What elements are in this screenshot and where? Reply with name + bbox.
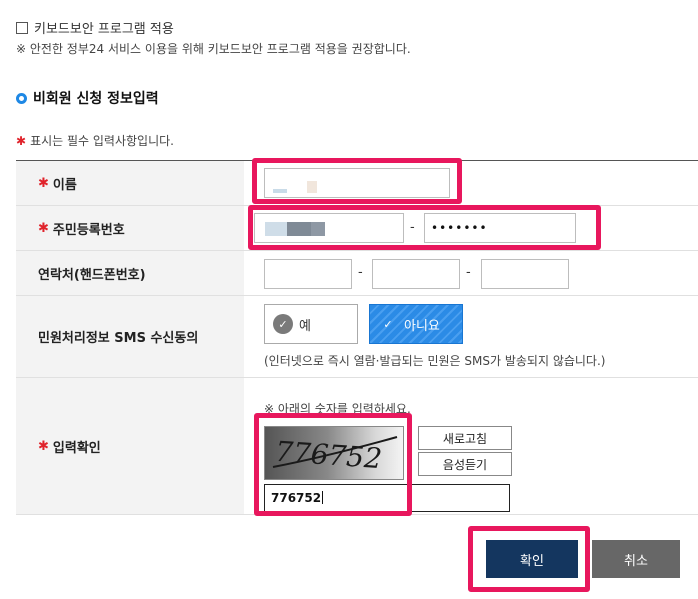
name-input[interactable] — [264, 168, 450, 198]
rrn-front-input[interactable] — [254, 213, 404, 243]
captcha-input-value: 776752 — [271, 491, 322, 505]
redacted-text — [265, 222, 287, 236]
redacted-text — [311, 222, 325, 236]
confirm-button[interactable]: 확인 — [486, 540, 578, 578]
bullet-ring-icon — [16, 92, 27, 104]
redacted-text — [307, 181, 317, 193]
keyboard-security-row[interactable]: 키보드보안 프로그램 적용 — [16, 18, 174, 37]
captcha-label: 입력확인 — [52, 440, 101, 456]
name-cell — [244, 161, 698, 205]
required-star-icon: ✱ — [38, 220, 49, 236]
phone-input-3[interactable] — [481, 259, 569, 289]
check-circle-icon: ✓ — [273, 314, 293, 334]
section-title: 비회원 신청 정보입력 — [16, 88, 159, 108]
sms-note: (인터넷으로 즉시 열람·발급되는 민원은 SMS가 발송되지 않습니다.) — [264, 354, 606, 368]
phone-row: 연락처(핸드폰번호) - - — [16, 251, 698, 296]
section-title-text: 비회원 신청 정보입력 — [33, 91, 159, 107]
phone-dash: - — [466, 265, 471, 280]
sms-label-cell: 민원처리정보 SMS 수신동의 — [16, 296, 244, 377]
keyboard-security-checkbox[interactable] — [16, 21, 28, 34]
captcha-audio-button[interactable]: 음성듣기 — [418, 452, 512, 476]
text-caret — [322, 491, 324, 504]
captcha-note: ※ 아래의 숫자를 입력하세요. — [264, 402, 411, 416]
keyboard-security-note: ※ 안전한 정부24 서비스 이용을 위해 키보드보안 프로그램 적용을 권장합… — [16, 42, 411, 56]
rrn-label: 주민등록번호 — [52, 222, 125, 238]
required-star-icon: ✱ — [38, 175, 49, 191]
captcha-input[interactable]: 776752 — [264, 484, 510, 512]
rrn-dash: - — [410, 220, 415, 235]
rrn-row: ✱ 주민등록번호 - ••••••• — [16, 206, 698, 251]
cancel-button[interactable]: 취소 — [592, 540, 680, 578]
sms-cell: ✓ 예 ✓ 아니요 (인터넷으로 즉시 열람·발급되는 민원은 SMS가 발송되… — [244, 296, 698, 377]
sms-yes-label: 예 — [299, 318, 311, 334]
phone-label-cell: 연락처(핸드폰번호) — [16, 251, 244, 295]
redacted-text — [287, 222, 311, 236]
name-label-cell: ✱ 이름 — [16, 161, 244, 205]
phone-label: 연락처(핸드폰번호) — [38, 267, 146, 283]
rrn-back-input[interactable]: ••••••• — [424, 213, 576, 243]
name-row: ✱ 이름 — [16, 161, 698, 206]
required-note: ✱ 표시는 필수 입력사항입니다. — [16, 132, 174, 149]
phone-input-2[interactable] — [372, 259, 460, 289]
check-icon: ✓ — [383, 317, 393, 331]
captcha-graphic: 776752 — [272, 435, 398, 475]
sms-label: 민원처리정보 SMS 수신동의 — [38, 331, 199, 346]
sms-no-option[interactable]: ✓ 아니요 — [369, 304, 463, 344]
sms-no-label: 아니요 — [404, 318, 440, 334]
name-label: 이름 — [52, 177, 77, 193]
captcha-cell: ※ 아래의 숫자를 입력하세요. 776752 새로고침 음성듣기 776752 — [244, 378, 698, 514]
required-star-icon: ✱ — [16, 133, 27, 148]
sms-row: 민원처리정보 SMS 수신동의 ✓ 예 ✓ 아니요 (인터넷으로 즉시 열람·발… — [16, 296, 698, 378]
captcha-row: ✱ 입력확인 ※ 아래의 숫자를 입력하세요. 776752 새로고침 음성듣기… — [16, 378, 698, 515]
keyboard-security-label: 키보드보안 프로그램 적용 — [34, 22, 174, 37]
required-note-text: 표시는 필수 입력사항입니다. — [30, 134, 174, 148]
sms-yes-option[interactable]: ✓ 예 — [264, 304, 358, 344]
phone-cell: - - — [244, 251, 698, 295]
captcha-label-cell: ✱ 입력확인 — [16, 378, 244, 514]
rrn-cell: - ••••••• — [244, 206, 698, 250]
captcha-refresh-button[interactable]: 새로고침 — [418, 426, 512, 450]
required-star-icon: ✱ — [38, 438, 49, 454]
phone-dash: - — [358, 265, 363, 280]
phone-input-1[interactable] — [264, 259, 352, 289]
applicant-form: ✱ 이름 ✱ 주민등록번호 - ••••••• 연락처(핸드폰번호) - - 민… — [16, 160, 698, 515]
captcha-image: 776752 — [264, 426, 404, 480]
redacted-text — [273, 189, 287, 193]
rrn-label-cell: ✱ 주민등록번호 — [16, 206, 244, 250]
